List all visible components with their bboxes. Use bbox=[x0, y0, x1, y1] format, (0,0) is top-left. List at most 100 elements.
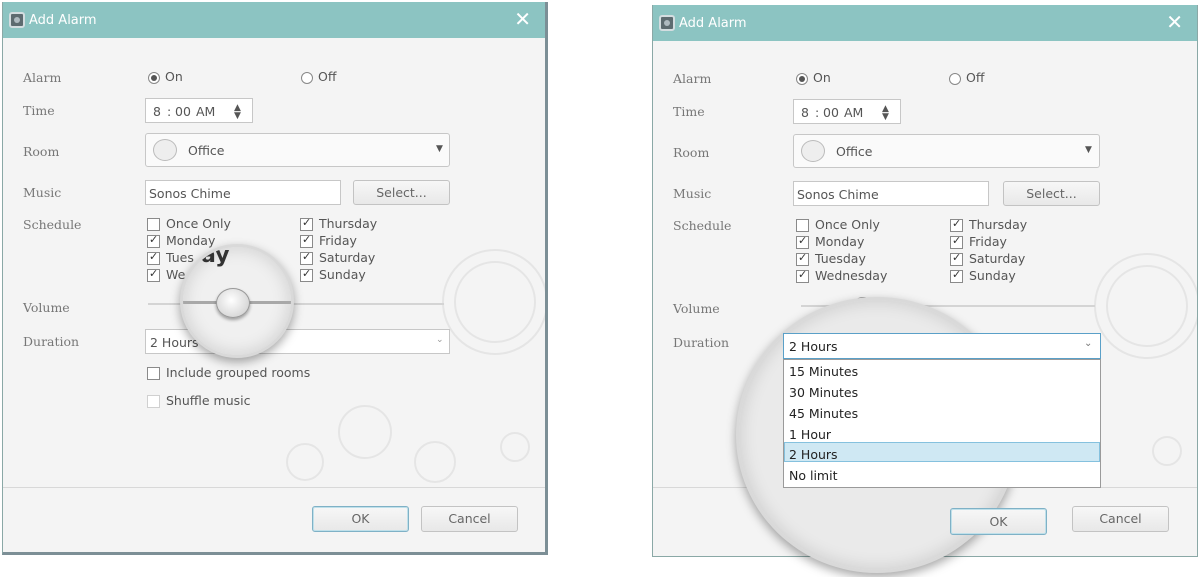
duration-option-selected[interactable]: 2 Hours bbox=[789, 447, 838, 462]
magnified-text: ay bbox=[201, 244, 230, 268]
footer-divider bbox=[3, 487, 545, 488]
once-only-checkbox[interactable] bbox=[147, 218, 160, 231]
select-music-button[interactable]: Select... bbox=[1003, 181, 1100, 206]
music-field[interactable]: Sonos Chime bbox=[793, 181, 989, 206]
tuesday-label: Tues bbox=[166, 250, 194, 265]
monday-checkbox[interactable] bbox=[796, 234, 809, 249]
time-hour[interactable]: 8 bbox=[153, 104, 161, 119]
music-field[interactable]: Sonos Chime bbox=[145, 180, 341, 205]
monday-checkbox[interactable] bbox=[147, 233, 160, 248]
alarm-label: Alarm bbox=[23, 70, 62, 85]
time-separator: : bbox=[815, 105, 820, 120]
duration-value: 2 Hours bbox=[150, 335, 199, 350]
friday-label: Friday bbox=[319, 233, 357, 248]
monday-label: Monday bbox=[166, 233, 216, 248]
close-icon[interactable]: ✕ bbox=[1166, 11, 1183, 33]
time-label: Time bbox=[23, 103, 55, 118]
tuesday-checkbox[interactable] bbox=[796, 251, 809, 266]
saturday-checkbox[interactable] bbox=[300, 250, 313, 265]
chevron-down-icon: ⌄ bbox=[436, 335, 444, 345]
shuffle-label: Shuffle music bbox=[166, 393, 251, 408]
schedule-label: Schedule bbox=[23, 217, 82, 232]
thursday-checkbox[interactable] bbox=[300, 216, 313, 231]
shuffle-checkbox[interactable] bbox=[147, 395, 160, 408]
tuesday-label: Tuesday bbox=[815, 251, 866, 266]
once-only-checkbox[interactable] bbox=[796, 219, 809, 232]
time-hour[interactable]: 8 bbox=[801, 105, 809, 120]
time-ampm[interactable]: AM bbox=[196, 104, 215, 119]
room-label: Room bbox=[673, 145, 710, 160]
music-label: Music bbox=[673, 186, 712, 201]
saturday-checkbox[interactable] bbox=[950, 251, 963, 266]
title-bar: Add Alarm ✕ bbox=[653, 5, 1197, 41]
alarm-on-radio[interactable] bbox=[148, 72, 160, 84]
time-minute[interactable]: 00 bbox=[823, 105, 839, 120]
music-value: Sonos Chime bbox=[149, 186, 231, 201]
wednesday-checkbox[interactable] bbox=[796, 268, 809, 283]
ok-button[interactable]: OK bbox=[312, 506, 409, 532]
once-only-label: Once Only bbox=[815, 217, 880, 232]
cancel-button[interactable]: Cancel bbox=[1072, 506, 1169, 532]
thursday-label: Thursday bbox=[969, 217, 1028, 232]
friday-checkbox[interactable] bbox=[300, 233, 313, 248]
magnifier-volume: ay bbox=[180, 244, 294, 358]
speaker-icon bbox=[801, 140, 825, 162]
once-only-label: Once Only bbox=[166, 216, 231, 231]
duration-option[interactable]: 1 Hour bbox=[789, 427, 831, 442]
wednesday-checkbox[interactable] bbox=[147, 267, 160, 282]
cancel-button[interactable]: Cancel bbox=[421, 506, 518, 532]
room-value: Office bbox=[188, 143, 225, 158]
volume-label: Volume bbox=[673, 301, 720, 316]
duration-option[interactable]: 15 Minutes bbox=[789, 364, 858, 379]
sunday-checkbox[interactable] bbox=[300, 267, 313, 282]
duration-option[interactable]: No limit bbox=[789, 468, 837, 483]
time-input[interactable]: 8 : 00 AM ▲ ▼ bbox=[145, 98, 253, 123]
friday-checkbox[interactable] bbox=[950, 234, 963, 249]
ok-button[interactable]: OK bbox=[950, 508, 1047, 535]
time-separator: : bbox=[167, 104, 172, 119]
room-select[interactable]: Office ▼ bbox=[145, 133, 450, 167]
music-label: Music bbox=[23, 185, 62, 200]
close-icon[interactable]: ✕ bbox=[514, 8, 531, 30]
alarm-off-radio[interactable] bbox=[949, 73, 961, 85]
duration-option[interactable]: 45 Minutes bbox=[789, 406, 858, 421]
room-label: Room bbox=[23, 144, 60, 159]
alarm-on-radio[interactable] bbox=[796, 73, 808, 85]
time-stepper-icon[interactable]: ▲ ▼ bbox=[234, 104, 241, 121]
alarm-label: Alarm bbox=[673, 71, 712, 86]
time-input[interactable]: 8 : 00 AM ▲ ▼ bbox=[793, 99, 901, 124]
tuesday-checkbox[interactable] bbox=[147, 250, 160, 265]
sunday-checkbox[interactable] bbox=[950, 268, 963, 283]
include-grouped-checkbox[interactable] bbox=[147, 367, 160, 380]
saturday-label: Saturday bbox=[319, 250, 376, 265]
room-select[interactable]: Office ▼ bbox=[793, 134, 1100, 168]
select-music-button[interactable]: Select... bbox=[353, 180, 450, 205]
sunday-label: Sunday bbox=[969, 268, 1016, 283]
chevron-down-icon: ⌄ bbox=[1084, 338, 1093, 349]
duration-option[interactable]: 30 Minutes bbox=[789, 385, 858, 400]
chevron-down-icon: ▼ bbox=[436, 144, 443, 154]
title-bar: Add Alarm ✕ bbox=[3, 2, 545, 38]
duration-select-open[interactable]: 2 Hours ⌄ bbox=[783, 333, 1101, 359]
alarm-off-label: Off bbox=[966, 70, 985, 85]
time-minute[interactable]: 00 bbox=[175, 104, 191, 119]
wednesday-label: We bbox=[166, 267, 186, 282]
music-value: Sonos Chime bbox=[797, 187, 879, 202]
dialog-title: Add Alarm bbox=[679, 16, 747, 31]
thursday-checkbox[interactable] bbox=[950, 217, 963, 232]
duration-value: 2 Hours bbox=[789, 339, 838, 354]
decorative-pattern bbox=[286, 249, 545, 483]
duration-label: Duration bbox=[23, 334, 80, 349]
room-value: Office bbox=[836, 144, 873, 159]
dialog-title: Add Alarm bbox=[29, 13, 97, 28]
include-grouped-label: Include grouped rooms bbox=[166, 365, 311, 380]
friday-label: Friday bbox=[969, 234, 1007, 249]
time-stepper-icon[interactable]: ▲ ▼ bbox=[882, 105, 889, 122]
monday-label: Monday bbox=[815, 234, 865, 249]
thursday-label: Thursday bbox=[319, 216, 378, 231]
time-ampm[interactable]: AM bbox=[844, 105, 863, 120]
volume-slider-knob[interactable] bbox=[216, 288, 250, 318]
duration-options-list: 15 Minutes 30 Minutes 45 Minutes 1 Hour … bbox=[783, 359, 1101, 488]
speaker-icon bbox=[153, 139, 177, 161]
alarm-off-radio[interactable] bbox=[301, 72, 313, 84]
